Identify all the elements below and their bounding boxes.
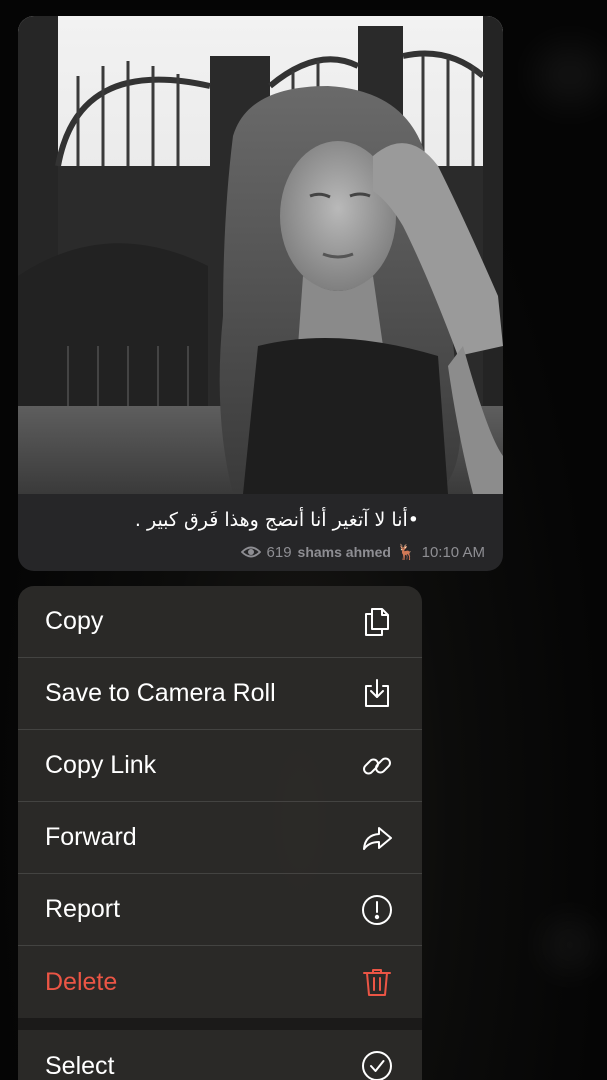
message-caption: •أنا لا آتغير أنا أنضج وهذا فَرق كبير . xyxy=(134,509,419,531)
menu-separator xyxy=(18,1018,422,1030)
menu-item-copy[interactable]: Copy xyxy=(18,586,422,658)
forward-arrow-icon xyxy=(360,821,394,855)
message-bubble[interactable]: •أنا لا آتغير أنا أنضج وهذا فَرق كبير . … xyxy=(18,16,503,571)
copy-icon xyxy=(360,605,394,639)
background-blur xyxy=(535,45,605,105)
menu-item-copy-link[interactable]: Copy Link xyxy=(18,730,422,802)
menu-item-label: Copy Link xyxy=(45,751,157,779)
context-menu: Copy Save to Camera Roll Copy Link Forwa… xyxy=(18,586,422,1080)
message-time: 10:10 AM xyxy=(421,543,485,561)
link-icon xyxy=(360,749,394,783)
author-emoji: 🦌 xyxy=(396,544,416,561)
menu-item-label: Save to Camera Roll xyxy=(45,679,276,707)
menu-item-label: Copy xyxy=(45,607,104,635)
exclamation-circle-icon xyxy=(360,893,394,927)
menu-item-delete[interactable]: Delete xyxy=(18,946,422,1018)
background-blur xyxy=(545,920,595,970)
message-meta: 619 shams ahmed 🦌 10:10 AM xyxy=(240,543,485,561)
message-photo[interactable] xyxy=(18,16,503,494)
menu-item-label: Select xyxy=(45,1051,115,1080)
photo-image xyxy=(18,16,503,494)
menu-item-label: Delete xyxy=(45,967,118,996)
menu-item-forward[interactable]: Forward xyxy=(18,802,422,874)
menu-item-save-to-camera-roll[interactable]: Save to Camera Roll xyxy=(18,658,422,730)
author-name: shams ahmed xyxy=(297,544,391,560)
menu-item-label: Report xyxy=(45,895,121,923)
trash-icon xyxy=(360,965,394,999)
menu-item-label: Forward xyxy=(45,823,137,851)
eye-icon xyxy=(240,545,261,559)
download-icon xyxy=(360,677,394,711)
menu-item-select[interactable]: Select xyxy=(18,1030,422,1080)
screen: •أنا لا آتغير أنا أنضج وهذا فَرق كبير . … xyxy=(0,0,607,1080)
menu-item-report[interactable]: Report xyxy=(18,874,422,946)
checkmark-circle-icon xyxy=(360,1049,394,1080)
view-count: 619 xyxy=(266,543,292,561)
